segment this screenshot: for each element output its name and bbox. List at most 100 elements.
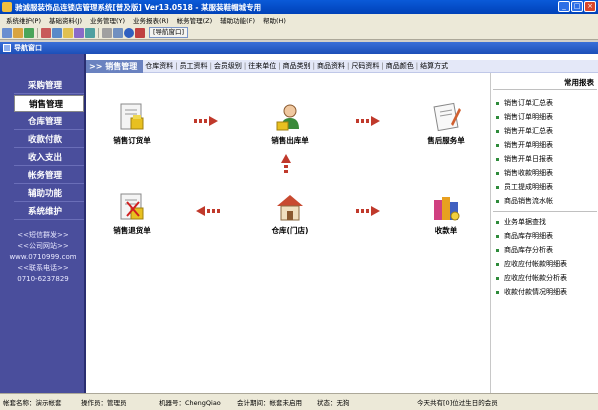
minimize-button[interactable]: _ [558, 1, 570, 12]
reports-panel: 常用报表 销售订单汇总表 销售订单明细表 销售开单汇总表 销售开单明细表 销售开… [490, 73, 598, 393]
receipt-node[interactable]: 收款单 [416, 192, 476, 236]
sidebar-item-purchase[interactable]: 采购管理 [14, 77, 84, 94]
sidebar-item-accounts[interactable]: 帐务管理 [14, 167, 84, 184]
arrow-right-icon [356, 206, 380, 216]
report-item[interactable]: 销售开单汇总表 [496, 126, 553, 136]
salesperson-icon [275, 102, 305, 132]
report-item[interactable]: 收款付款情况明细表 [496, 287, 567, 297]
app-icon [2, 2, 12, 12]
divider [493, 211, 597, 212]
menu-business[interactable]: 业务管理(Y) [86, 15, 129, 25]
tab-partners[interactable]: 往来单位 [246, 61, 278, 71]
website-url[interactable]: www.0710999.com [0, 252, 86, 263]
report-item[interactable]: 业务单据查找 [496, 217, 546, 227]
new-doc-icon[interactable] [2, 27, 12, 38]
report-item[interactable]: 商品销售流水帐 [496, 196, 553, 206]
nav-window-label: 导航窗口 [14, 44, 42, 52]
receipt-label: 收款单 [434, 226, 458, 235]
website-link[interactable]: <<公司网站>> [0, 241, 86, 252]
window-title: 驰诚服装饰品连锁店管理系统[普及版] Ver13.0518 - 某服装鞋帽城专用 [15, 2, 262, 12]
exit-icon[interactable] [135, 27, 145, 38]
sidebar-item-income-expense[interactable]: 收入支出 [14, 149, 84, 166]
sidebar-item-sales[interactable]: 销售管理 [14, 95, 84, 112]
maximize-button[interactable]: □ [571, 1, 583, 12]
status-machine: 机器号：ChengQiao [159, 399, 221, 407]
close-button[interactable]: × [584, 1, 596, 12]
tab-member-level[interactable]: 会员级别 [212, 61, 244, 71]
calculator-icon[interactable] [113, 27, 123, 38]
status-state: 状态：无狗 [317, 399, 350, 407]
after-sales-node[interactable]: 售后服务单 [416, 102, 476, 146]
report-item[interactable]: 商品库存分析表 [496, 245, 553, 255]
status-account: 帐套名称：演示帐套 [3, 399, 62, 407]
menu-accounts[interactable]: 帐务管理(Z) [173, 15, 217, 25]
arrow-left-icon [196, 206, 220, 216]
report-icon[interactable] [74, 27, 84, 38]
report-item[interactable]: 员工提成明细表 [496, 182, 553, 192]
nav-window-button[interactable]: [导航窗口] [149, 27, 189, 38]
sales-order-label: 销售订货单 [113, 136, 151, 145]
divider [493, 89, 597, 90]
tab-product-color[interactable]: 商品颜色 [384, 61, 416, 71]
status-birthday: 今天共有[0]位过生日的会员 [417, 399, 498, 407]
sales-return-label: 销售退货单 [113, 226, 151, 235]
help-icon[interactable] [124, 27, 134, 38]
tab-product-data[interactable]: 商品资料 [315, 61, 347, 71]
menu-auxiliary[interactable]: 辅助功能(F) [216, 15, 259, 25]
purchase-icon[interactable] [41, 27, 51, 38]
report-item[interactable]: 销售收款明细表 [496, 168, 553, 178]
report-item[interactable]: 销售开单明细表 [496, 140, 553, 150]
warehouse-icon[interactable] [63, 27, 73, 38]
money-icon[interactable] [85, 27, 95, 38]
arrow-right-icon [194, 116, 218, 126]
menu-help[interactable]: 帮助(H) [259, 15, 290, 25]
after-sales-label: 售后服务单 [427, 136, 465, 145]
sidebar-item-payments[interactable]: 收款付款 [14, 131, 84, 148]
tab-staff-data[interactable]: 员工资料 [178, 61, 210, 71]
function-tabs: >> 销售管理 仓库资料 | 员工资料 | 会员级别 | 往来单位 | 商品类别 | 商品… [86, 59, 598, 73]
nav-window-header: 导航窗口 [0, 42, 598, 54]
status-bar: 帐套名称：演示帐套 操作员：管理员 机器号：ChengQiao 会计期间：帐套未… [0, 393, 598, 410]
sidebar-item-warehouse[interactable]: 仓库管理 [14, 113, 84, 130]
sales-out-label: 销售出库单 [271, 136, 309, 145]
report-item[interactable]: 销售开单日报表 [496, 154, 553, 164]
warehouse-house-icon [275, 192, 305, 222]
sales-order-node[interactable]: 销售订货单 [102, 102, 162, 146]
arrow-right-icon [356, 116, 380, 126]
menu-reports[interactable]: 业务报表(R) [129, 15, 173, 25]
menu-basic-data[interactable]: 基础资料(J) [45, 15, 86, 25]
sms-link[interactable]: <<短信群发>> [0, 230, 86, 241]
warehouse-label: 仓库(门店) [271, 226, 309, 235]
open-folder-icon[interactable] [13, 27, 23, 38]
report-item[interactable]: 销售订单明细表 [496, 112, 553, 122]
save-icon[interactable] [24, 27, 34, 38]
report-item[interactable]: 应收应付帐款明细表 [496, 259, 567, 269]
section-title: >> 销售管理 [86, 59, 144, 73]
toolbar: [导航窗口] [0, 26, 598, 40]
arrow-up-icon [281, 154, 291, 173]
sales-icon[interactable] [52, 27, 62, 38]
sales-return-icon [117, 192, 147, 222]
reports-title: 常用报表 [564, 78, 594, 87]
tab-product-category[interactable]: 商品类别 [281, 61, 313, 71]
tab-size-data[interactable]: 尺码资料 [349, 61, 381, 71]
service-icon [431, 102, 461, 132]
report-item[interactable]: 销售订单汇总表 [496, 98, 553, 108]
tab-settlement[interactable]: 结算方式 [418, 61, 450, 71]
sales-return-node[interactable]: 销售退货单 [102, 192, 162, 236]
sales-out-node[interactable]: 销售出库单 [260, 102, 320, 146]
print-icon[interactable] [102, 27, 112, 38]
warehouse-node[interactable]: 仓库(门店) [260, 192, 320, 236]
window-icon [3, 44, 11, 52]
tab-warehouse-data[interactable]: 仓库资料 [143, 61, 175, 71]
sales-order-icon [117, 102, 147, 132]
menu-bar: 系统维护(P) 基础资料(J) 业务管理(Y) 业务报表(R) 帐务管理(Z) … [0, 14, 598, 26]
report-item[interactable]: 商品库存明细表 [496, 231, 553, 241]
sidebar-item-system[interactable]: 系统维护 [14, 203, 84, 220]
menu-system[interactable]: 系统维护(P) [2, 15, 45, 25]
sidebar-item-auxiliary[interactable]: 辅助功能 [14, 185, 84, 202]
report-item[interactable]: 应收应付帐款分析表 [496, 273, 567, 283]
main-panel: >> 销售管理 仓库资料 | 员工资料 | 会员级别 | 往来单位 | 商品类别 | 商品… [86, 54, 598, 393]
contact-links: <<短信群发>> <<公司网站>> www.0710999.com <<联系电话… [0, 230, 86, 285]
phone-link[interactable]: <<联系电话>> [0, 263, 86, 274]
